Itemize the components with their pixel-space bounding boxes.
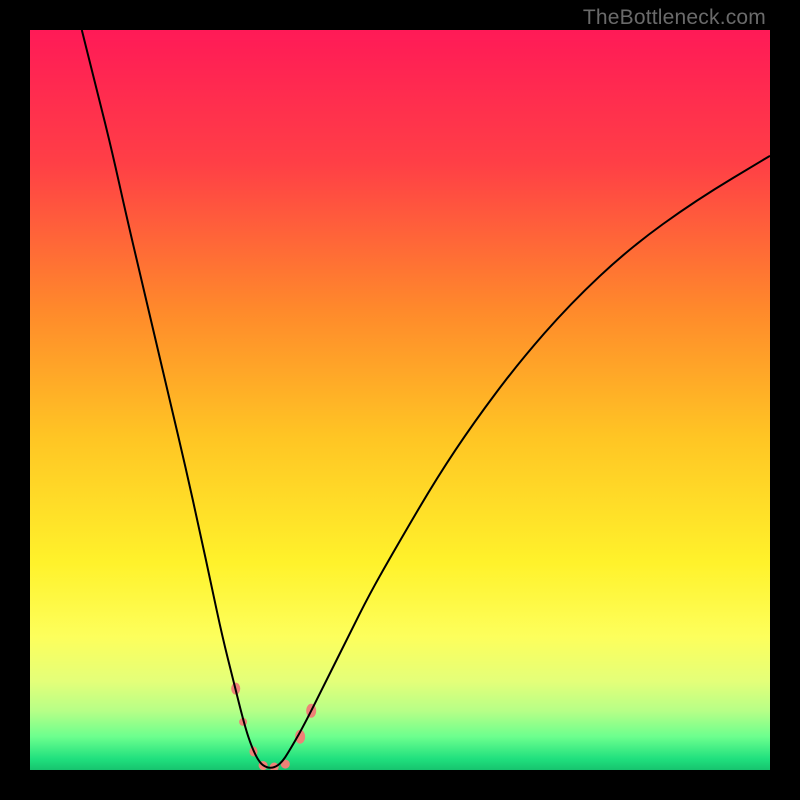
curve-layer <box>30 30 770 770</box>
watermark-text: TheBottleneck.com <box>583 6 766 30</box>
bottleneck-curve <box>82 30 770 768</box>
plot-area <box>30 30 770 770</box>
chart-container: TheBottleneck.com <box>0 0 800 800</box>
